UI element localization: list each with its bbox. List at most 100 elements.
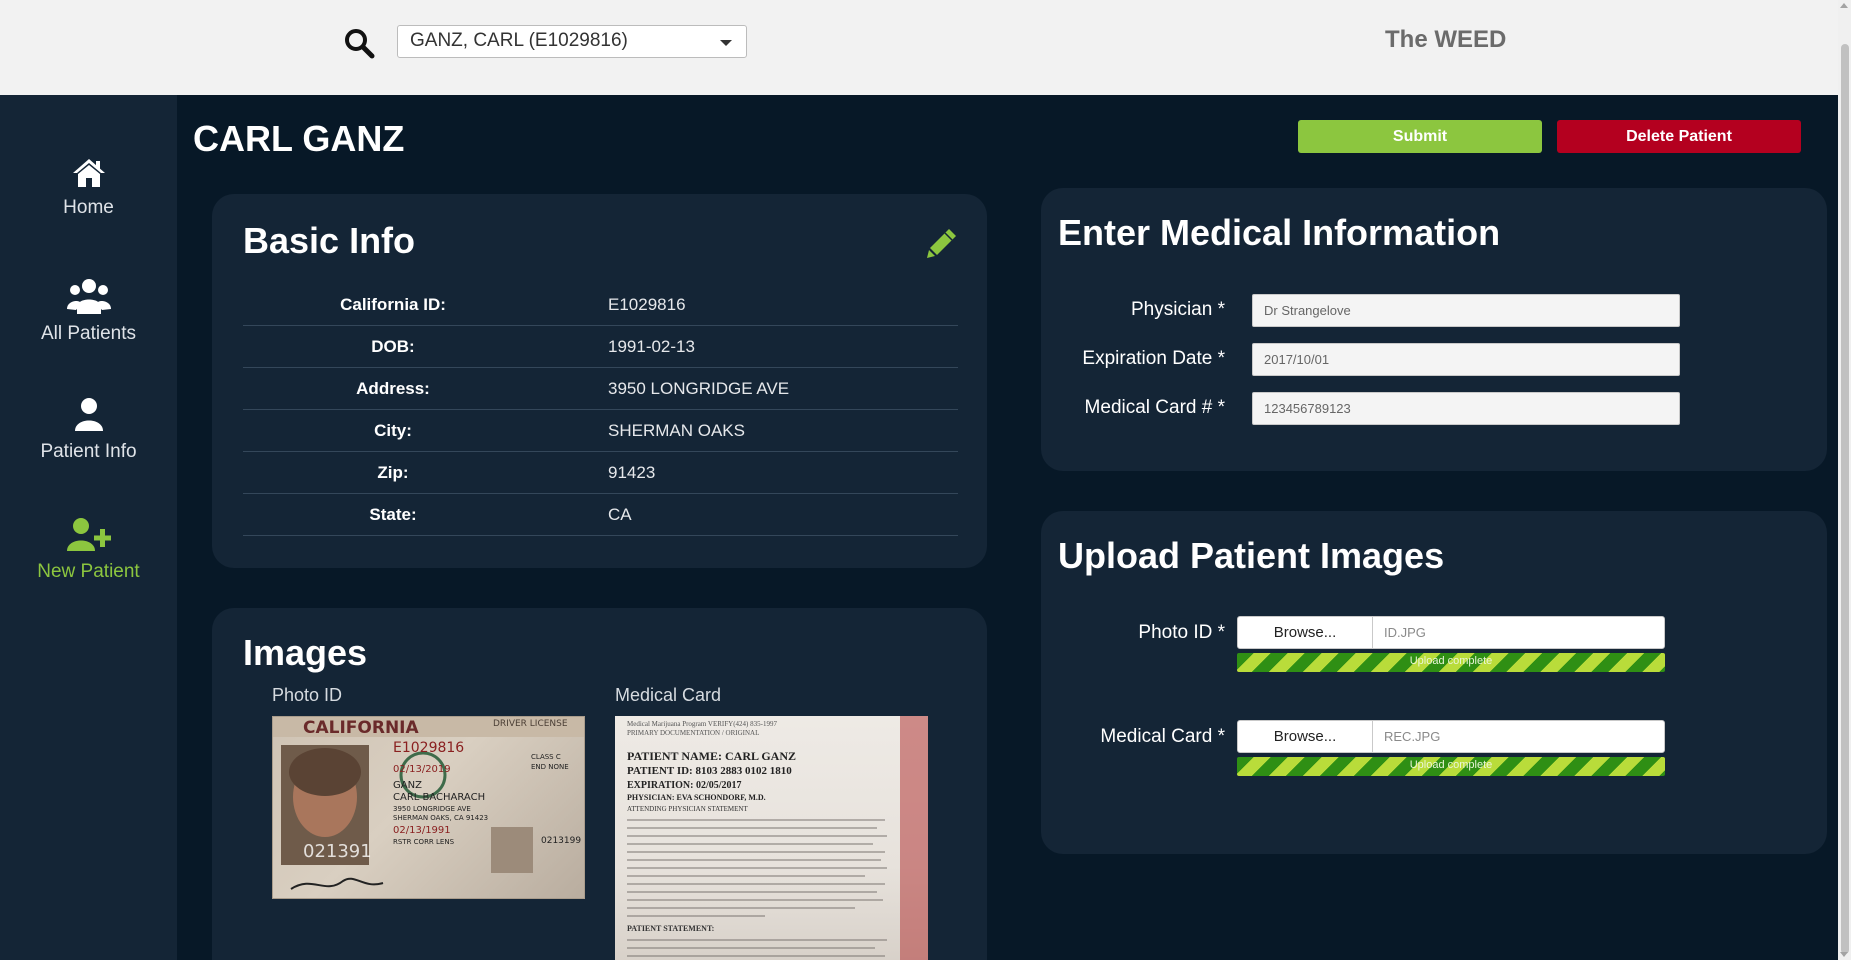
user-icon (74, 398, 103, 431)
sidebar-item-all-patients[interactable]: All Patients (0, 277, 177, 382)
id-card-dob: 02/13/1991 (393, 825, 451, 836)
submit-button[interactable]: Submit (1298, 120, 1542, 153)
id-card-number: E1029816 (393, 740, 464, 756)
sidebar: Home All Patients Patient Info New Patie… (0, 95, 177, 960)
sidebar-item-label: Home (63, 197, 114, 218)
upload-progress-bar: Upload complete (1237, 757, 1665, 776)
id-card-addr2: SHERMAN OAKS, CA 91423 (393, 814, 488, 822)
sidebar-item-patient-info[interactable]: Patient Info (0, 397, 177, 502)
info-label: California ID: (340, 295, 446, 314)
physician-input[interactable] (1252, 294, 1680, 327)
photo-id-upload-row: Photo ID * Browse... ID.JPG Upload compl… (1041, 616, 1827, 676)
medical-info-card: Enter Medical Information Physician * Ex… (1041, 188, 1827, 471)
med-card-name: PATIENT NAME: CARL GANZ (627, 749, 796, 763)
images-title: Images (243, 632, 368, 673)
images-card: Images Photo ID Medical Card CALIFORNIA … (212, 608, 987, 960)
users-icon (66, 279, 111, 314)
sidebar-item-new-patient[interactable]: New Patient (0, 517, 177, 622)
delete-patient-button[interactable]: Delete Patient (1557, 120, 1801, 153)
top-bar: GANZ, CARL (E1029816) The WEED (0, 0, 1838, 95)
search-icon[interactable] (342, 26, 376, 60)
upload-images-title: Upload Patient Images (1058, 535, 1445, 576)
med-card-sub: PRIMARY DOCUMENTATION / ORIGINAL (627, 729, 759, 737)
medical-card-upload-label: Medical Card * (1100, 726, 1225, 747)
info-label: DOB: (371, 337, 415, 356)
table-row: Zip: 91423 (243, 452, 958, 494)
id-card-class: CLASS C (531, 753, 561, 761)
photo-id-upload-label: Photo ID * (1138, 622, 1225, 643)
table-row: State: CA (243, 494, 958, 536)
file-name: ID.JPG (1384, 625, 1426, 640)
pencil-icon[interactable] (925, 226, 959, 260)
expiration-row: Expiration Date * (1041, 343, 1827, 376)
physician-label: Physician * (1131, 299, 1225, 320)
basic-info-table: California ID: E1029816 DOB: 1991-02-13 … (243, 284, 958, 536)
medical-card-file-input[interactable]: Browse... REC.JPG (1237, 720, 1665, 753)
patient-select[interactable]: GANZ, CARL (E1029816) (397, 25, 747, 58)
physician-row: Physician * (1041, 294, 1827, 327)
expiration-date-input[interactable] (1252, 343, 1680, 376)
info-label: State: (369, 505, 417, 524)
photo-id-image[interactable]: CALIFORNIA DRIVER LICENSE E1029816 02/13… (272, 716, 585, 899)
chevron-down-icon (720, 40, 732, 46)
info-label: Address: (356, 379, 430, 398)
browse-button[interactable]: Browse... (1238, 617, 1373, 648)
page-title: CARL GANZ (193, 118, 405, 159)
id-card-big-num: 021391 (303, 841, 372, 862)
medical-card-number-input[interactable] (1252, 392, 1680, 425)
scroll-thumb[interactable] (1841, 44, 1849, 954)
med-card-phys: PHYSICIAN: EVA SCHONDORF, M.D. (627, 793, 766, 802)
med-card-header: Medical Marijuana Program VERIFY(424) 83… (627, 720, 777, 728)
info-label: Zip: (377, 463, 409, 482)
id-card-side-num: 0213199 (541, 836, 581, 846)
table-row: DOB: 1991-02-13 (243, 326, 958, 368)
medical-card-image[interactable]: Medical Marijuana Program VERIFY(424) 83… (615, 716, 928, 960)
id-card-exp: 02/13/2019 (393, 764, 451, 775)
med-card-pid: PATIENT ID: 8103 2883 0102 1810 (627, 765, 792, 777)
photo-id-file-input[interactable]: Browse... ID.JPG (1237, 616, 1665, 649)
id-card-name2: CARL BACHARACH (393, 792, 485, 803)
expiration-date-label: Expiration Date * (1082, 348, 1225, 369)
medical-info-title: Enter Medical Information (1058, 212, 1501, 253)
scroll-up-arrow[interactable] (1840, 3, 1848, 8)
id-card-rstr: RSTR CORR LENS (393, 838, 455, 846)
upload-status: Upload complete (1409, 655, 1493, 667)
sidebar-item-label: Patient Info (40, 441, 137, 462)
info-value: CA (608, 505, 632, 524)
medical-card-upload-row: Medical Card * Browse... REC.JPG Upload … (1041, 720, 1827, 780)
medical-card-number-row: Medical Card # * (1041, 392, 1827, 425)
medical-card-label: Medical Card (615, 685, 722, 705)
upload-images-card: Upload Patient Images Photo ID * Browse.… (1041, 511, 1827, 854)
info-value: 3950 LONGRIDGE AVE (608, 379, 790, 398)
table-row: Address: 3950 LONGRIDGE AVE (243, 368, 958, 410)
table-row: California ID: E1029816 (243, 284, 958, 326)
photo-id-label: Photo ID (272, 685, 343, 705)
scrollbar[interactable] (1838, 0, 1851, 960)
med-card-statement: PATIENT STATEMENT: (627, 924, 714, 933)
browse-button[interactable]: Browse... (1238, 721, 1373, 752)
info-label: City: (374, 421, 412, 440)
brand-title: The WEED (1385, 26, 1507, 53)
medical-card-number-label: Medical Card # * (1084, 397, 1225, 418)
med-card-exp: EXPIRATION: 02/05/2017 (627, 780, 742, 791)
id-card-end: END NONE (531, 763, 569, 771)
scroll-down-arrow[interactable] (1840, 952, 1848, 957)
info-value: E1029816 (608, 295, 686, 314)
id-card-name1: GANZ (393, 780, 422, 791)
home-icon (72, 159, 105, 187)
sidebar-item-home[interactable]: Home (0, 157, 177, 262)
sidebar-item-label: New Patient (37, 561, 140, 582)
info-value: 1991-02-13 (608, 337, 695, 356)
info-value: SHERMAN OAKS (608, 421, 745, 440)
info-value: 91423 (608, 463, 656, 482)
id-card-type: DRIVER LICENSE (493, 719, 568, 729)
sidebar-item-label: All Patients (40, 323, 137, 344)
table-row: City: SHERMAN OAKS (243, 410, 958, 452)
basic-info-card: Basic Info California ID: E1029816 DOB: … (212, 194, 987, 568)
upload-progress-bar: Upload complete (1237, 653, 1665, 672)
basic-info-title: Basic Info (243, 220, 416, 261)
patient-select-value: GANZ, CARL (E1029816) (410, 30, 628, 51)
upload-status: Upload complete (1409, 759, 1493, 771)
med-card-attending: ATTENDING PHYSICIAN STATEMENT (627, 805, 748, 813)
user-plus-icon (66, 518, 111, 551)
